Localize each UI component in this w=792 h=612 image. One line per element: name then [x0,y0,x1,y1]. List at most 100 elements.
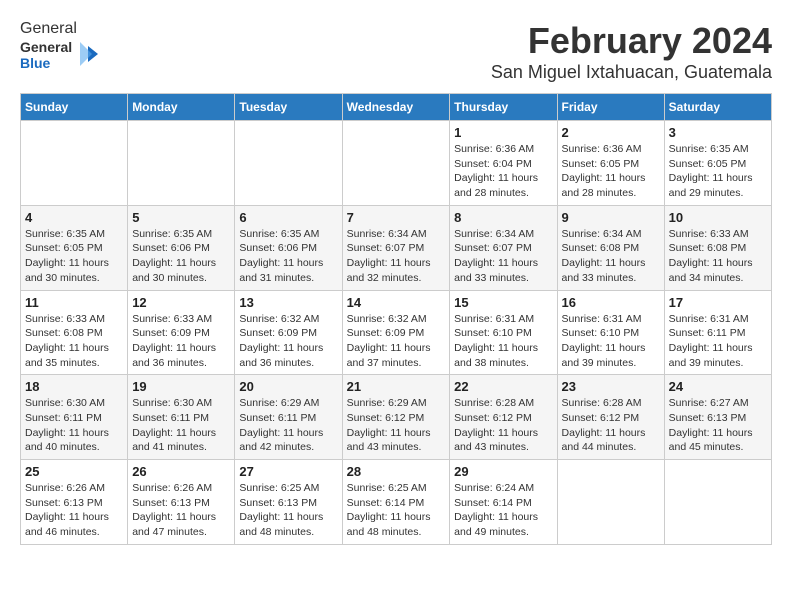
calendar-cell [342,121,450,206]
day-number: 9 [562,210,660,225]
day-detail: Sunrise: 6:25 AM Sunset: 6:14 PM Dayligh… [347,481,446,540]
day-number: 17 [669,295,767,310]
day-detail: Sunrise: 6:31 AM Sunset: 6:10 PM Dayligh… [454,312,552,371]
day-detail: Sunrise: 6:30 AM Sunset: 6:11 PM Dayligh… [132,396,230,455]
day-number: 8 [454,210,552,225]
day-detail: Sunrise: 6:35 AM Sunset: 6:06 PM Dayligh… [132,227,230,286]
title-block: February 2024 San Miguel Ixtahuacan, Gua… [491,20,772,83]
calendar-week-row: 1 Sunrise: 6:36 AM Sunset: 6:04 PM Daylig… [21,121,772,206]
calendar-cell: 25 Sunrise: 6:26 AM Sunset: 6:13 PM Dayli… [21,460,128,545]
calendar-cell [557,460,664,545]
day-detail: Sunrise: 6:29 AM Sunset: 6:11 PM Dayligh… [239,396,337,455]
svg-text:General: General [20,39,72,55]
calendar-cell: 22 Sunrise: 6:28 AM Sunset: 6:12 PM Dayli… [450,375,557,460]
calendar-cell: 1 Sunrise: 6:36 AM Sunset: 6:04 PM Daylig… [450,121,557,206]
day-number: 15 [454,295,552,310]
day-detail: Sunrise: 6:31 AM Sunset: 6:10 PM Dayligh… [562,312,660,371]
day-detail: Sunrise: 6:27 AM Sunset: 6:13 PM Dayligh… [669,396,767,455]
day-number: 28 [347,464,446,479]
day-number: 13 [239,295,337,310]
calendar-week-row: 4Sunrise: 6:35 AM Sunset: 6:05 PM Daylig… [21,205,772,290]
logo-blue-text: General Blue [20,61,100,78]
calendar-cell: 13 Sunrise: 6:32 AM Sunset: 6:09 PM Dayli… [235,290,342,375]
day-detail: Sunrise: 6:32 AM Sunset: 6:09 PM Dayligh… [239,312,337,371]
day-detail: Sunrise: 6:36 AM Sunset: 6:05 PM Dayligh… [562,142,660,201]
calendar-cell: 28 Sunrise: 6:25 AM Sunset: 6:14 PM Dayli… [342,460,450,545]
day-detail: Sunrise: 6:26 AM Sunset: 6:13 PM Dayligh… [25,481,123,540]
calendar-cell: 4Sunrise: 6:35 AM Sunset: 6:05 PM Daylig… [21,205,128,290]
logo: General General Blue [20,20,100,79]
day-detail: Sunrise: 6:35 AM Sunset: 6:05 PM Dayligh… [669,142,767,201]
day-number: 27 [239,464,337,479]
day-number: 21 [347,379,446,394]
calendar-cell: 29 Sunrise: 6:24 AM Sunset: 6:14 PM Dayli… [450,460,557,545]
day-number: 5 [132,210,230,225]
day-number: 26 [132,464,230,479]
day-number: 1 [454,125,552,140]
calendar-cell [235,121,342,206]
calendar-cell: 7 Sunrise: 6:34 AM Sunset: 6:07 PM Daylig… [342,205,450,290]
day-detail: Sunrise: 6:35 AM Sunset: 6:05 PM Dayligh… [25,227,123,286]
calendar-cell: 20 Sunrise: 6:29 AM Sunset: 6:11 PM Dayli… [235,375,342,460]
day-detail: Sunrise: 6:30 AM Sunset: 6:11 PM Dayligh… [25,396,123,455]
day-detail: Sunrise: 6:34 AM Sunset: 6:07 PM Dayligh… [454,227,552,286]
calendar-cell: 18 Sunrise: 6:30 AM Sunset: 6:11 PM Dayli… [21,375,128,460]
day-number: 16 [562,295,660,310]
calendar-week-row: 18 Sunrise: 6:30 AM Sunset: 6:11 PM Dayli… [21,375,772,460]
calendar-header-wednesday: Wednesday [342,94,450,121]
day-number: 18 [25,379,123,394]
calendar-header-friday: Friday [557,94,664,121]
calendar-cell: 26 Sunrise: 6:26 AM Sunset: 6:13 PM Dayli… [128,460,235,545]
calendar-header-monday: Monday [128,94,235,121]
day-detail: Sunrise: 6:26 AM Sunset: 6:13 PM Dayligh… [132,481,230,540]
day-number: 29 [454,464,552,479]
calendar-cell: 6 Sunrise: 6:35 AM Sunset: 6:06 PM Daylig… [235,205,342,290]
page-title: February 2024 [491,20,772,62]
day-number: 19 [132,379,230,394]
calendar-header-thursday: Thursday [450,94,557,121]
day-number: 7 [347,210,446,225]
calendar-cell: 11 Sunrise: 6:33 AM Sunset: 6:08 PM Dayli… [21,290,128,375]
calendar-cell: 3Sunrise: 6:35 AM Sunset: 6:05 PM Daylig… [664,121,771,206]
calendar-cell: 10Sunrise: 6:33 AM Sunset: 6:08 PM Dayli… [664,205,771,290]
calendar-cell: 27Sunrise: 6:25 AM Sunset: 6:13 PM Dayli… [235,460,342,545]
day-detail: Sunrise: 6:28 AM Sunset: 6:12 PM Dayligh… [562,396,660,455]
page-subtitle: San Miguel Ixtahuacan, Guatemala [491,62,772,83]
day-number: 11 [25,295,123,310]
calendar-cell: 17Sunrise: 6:31 AM Sunset: 6:11 PM Dayli… [664,290,771,375]
calendar-header-row: SundayMondayTuesdayWednesdayThursdayFrid… [21,94,772,121]
calendar-cell: 8 Sunrise: 6:34 AM Sunset: 6:07 PM Daylig… [450,205,557,290]
day-number: 23 [562,379,660,394]
day-detail: Sunrise: 6:24 AM Sunset: 6:14 PM Dayligh… [454,481,552,540]
calendar-cell: 9 Sunrise: 6:34 AM Sunset: 6:08 PM Daylig… [557,205,664,290]
calendar-week-row: 25 Sunrise: 6:26 AM Sunset: 6:13 PM Dayli… [21,460,772,545]
calendar-cell [21,121,128,206]
calendar-cell [664,460,771,545]
day-detail: Sunrise: 6:34 AM Sunset: 6:07 PM Dayligh… [347,227,446,286]
day-detail: Sunrise: 6:33 AM Sunset: 6:08 PM Dayligh… [25,312,123,371]
day-number: 22 [454,379,552,394]
day-detail: Sunrise: 6:36 AM Sunset: 6:04 PM Dayligh… [454,142,552,201]
day-detail: Sunrise: 6:28 AM Sunset: 6:12 PM Dayligh… [454,396,552,455]
page-header: General General Blue February 2024 San M… [20,20,772,83]
calendar-table: SundayMondayTuesdayWednesdayThursdayFrid… [20,93,772,545]
day-number: 12 [132,295,230,310]
calendar-header-sunday: Sunday [21,94,128,121]
calendar-cell: 23 Sunrise: 6:28 AM Sunset: 6:12 PM Dayli… [557,375,664,460]
calendar-cell: 15 Sunrise: 6:31 AM Sunset: 6:10 PM Dayli… [450,290,557,375]
day-number: 20 [239,379,337,394]
logo-general-text: General [20,20,77,37]
calendar-cell: 2Sunrise: 6:36 AM Sunset: 6:05 PM Daylig… [557,121,664,206]
calendar-cell: 16 Sunrise: 6:31 AM Sunset: 6:10 PM Dayli… [557,290,664,375]
calendar-cell: 19 Sunrise: 6:30 AM Sunset: 6:11 PM Dayli… [128,375,235,460]
day-detail: Sunrise: 6:33 AM Sunset: 6:09 PM Dayligh… [132,312,230,371]
day-number: 25 [25,464,123,479]
day-number: 14 [347,295,446,310]
day-number: 10 [669,210,767,225]
day-detail: Sunrise: 6:34 AM Sunset: 6:08 PM Dayligh… [562,227,660,286]
day-number: 6 [239,210,337,225]
day-detail: Sunrise: 6:35 AM Sunset: 6:06 PM Dayligh… [239,227,337,286]
calendar-cell: 5 Sunrise: 6:35 AM Sunset: 6:06 PM Daylig… [128,205,235,290]
svg-text:Blue: Blue [20,55,51,71]
calendar-cell: 12 Sunrise: 6:33 AM Sunset: 6:09 PM Dayli… [128,290,235,375]
